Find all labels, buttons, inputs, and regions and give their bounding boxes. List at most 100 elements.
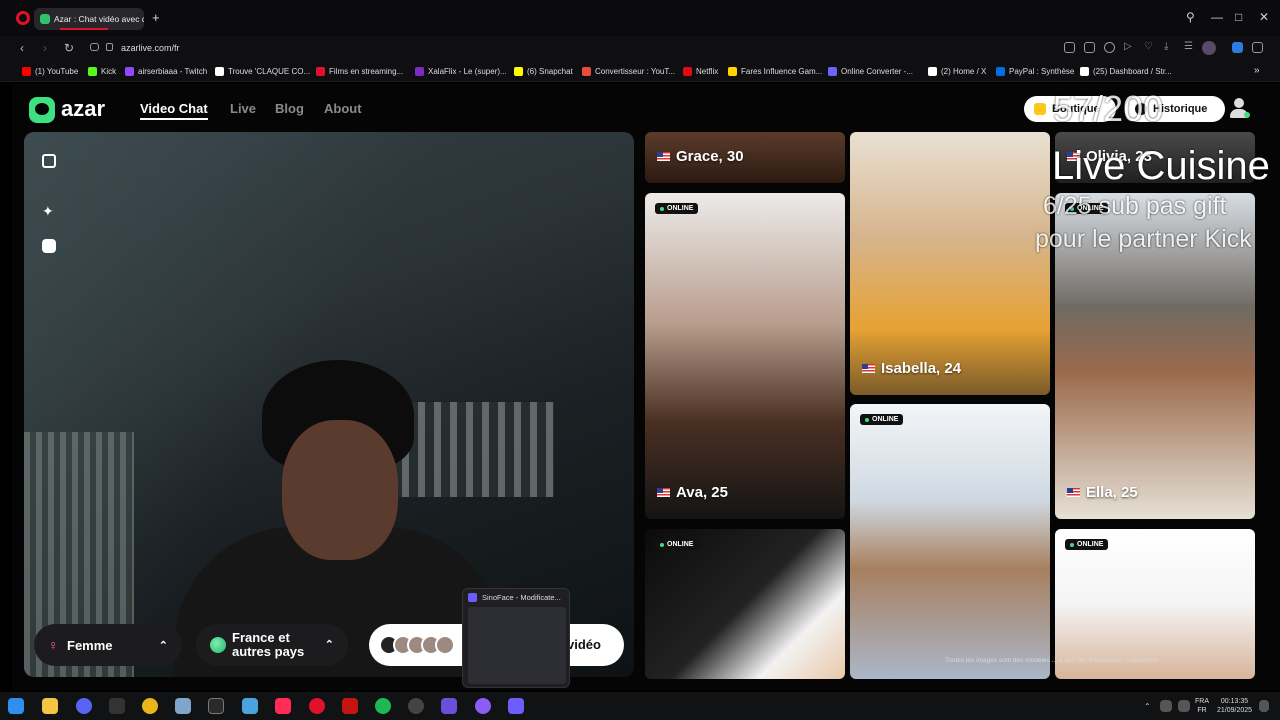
bookmarks-bar: (1) YouTube Kick airserbiaaa - Twitch Tr… xyxy=(0,62,1280,82)
extensions-puzzle-icon[interactable] xyxy=(1252,42,1263,53)
chevron-up-icon: ⌃ xyxy=(324,639,334,651)
youtube-icon xyxy=(22,67,31,76)
online-badge: ONLINE xyxy=(1065,539,1109,550)
gender-filter-dropdown[interactable]: ♀ Femme ⌃ xyxy=(34,624,182,666)
bookmark-item[interactable]: (1) YouTube xyxy=(22,67,78,76)
reload-icon[interactable]: ↻ xyxy=(64,41,74,55)
chevron-up-icon: ⌃ xyxy=(158,639,168,652)
epic-games-icon[interactable] xyxy=(109,698,125,714)
bookmark-item[interactable]: airserbiaaa - Twitch xyxy=(125,67,207,76)
image-disclaimer: Toutes les images sont des modèles ... à… xyxy=(945,657,1159,664)
more-bookmarks-icon[interactable]: » xyxy=(1254,65,1260,76)
volume-icon[interactable] xyxy=(1160,700,1172,712)
url-field[interactable]: azarlive.com/fr xyxy=(121,43,180,53)
app-icon[interactable] xyxy=(441,698,457,714)
sinoface-taskbar-icon[interactable] xyxy=(508,698,524,714)
fullscreen-icon[interactable] xyxy=(42,154,56,168)
bookmark-item[interactable]: Online Converter -... xyxy=(828,67,913,76)
share-icon[interactable] xyxy=(1064,42,1075,53)
bookmark-item[interactable]: (25) Dashboard / Str... xyxy=(1080,67,1172,76)
photos-icon[interactable] xyxy=(175,698,191,714)
profile-card[interactable]: ONLINE xyxy=(850,404,1050,679)
female-icon: ♀ xyxy=(48,637,59,653)
spotify-icon[interactable] xyxy=(375,698,391,714)
sinoface-icon xyxy=(468,593,477,602)
opera-logo-icon[interactable] xyxy=(16,11,30,25)
search-icon[interactable]: ⚲ xyxy=(1186,10,1195,24)
us-flag-icon xyxy=(862,364,875,373)
notification-icon[interactable] xyxy=(1259,700,1269,712)
maximize-icon[interactable]: □ xyxy=(1235,10,1242,24)
nav-live[interactable]: Live xyxy=(230,101,256,116)
azar-logo-text[interactable]: azar xyxy=(61,96,105,122)
bookmark-item[interactable]: Fares Influence Gam... xyxy=(728,67,822,76)
diamond-icon xyxy=(1034,103,1046,115)
bookmark-item[interactable]: (6) Snapchat xyxy=(514,67,573,76)
sparkle-effects-icon[interactable]: ✦ xyxy=(42,204,56,218)
profile-card[interactable]: ONLINE Ava, 25 xyxy=(645,193,845,519)
camera-icon[interactable] xyxy=(1084,42,1095,53)
app-icon[interactable] xyxy=(342,698,358,714)
globe-icon xyxy=(210,637,226,653)
tab-active-indicator xyxy=(60,28,108,30)
system-clock[interactable]: 00:13:35 21/09/2025 xyxy=(1217,697,1252,715)
obs-icon[interactable] xyxy=(408,698,424,714)
bookmark-item[interactable]: XalaFlix - Le (super)... xyxy=(415,67,507,76)
download-icon[interactable]: ⤓ xyxy=(1164,41,1175,52)
face-filter-icon[interactable] xyxy=(42,239,56,253)
minimize-icon[interactable]: — xyxy=(1211,10,1223,24)
new-tab-icon[interactable]: + xyxy=(152,11,163,24)
address-bar: ‹ › ↻ azarlive.com/fr ▷ ♡ ⤓ ☰ xyxy=(0,36,1280,62)
network-icon[interactable] xyxy=(1178,700,1190,712)
bookmark-item[interactable]: Kick xyxy=(88,67,116,76)
menu-icon[interactable]: ☰ xyxy=(1184,41,1195,52)
film-icon xyxy=(316,67,325,76)
extension-icon[interactable] xyxy=(1232,42,1243,53)
heart-icon[interactable]: ♡ xyxy=(1144,41,1155,52)
chrome-icon[interactable] xyxy=(142,698,158,714)
nav-video-chat[interactable]: Video Chat xyxy=(140,101,208,120)
tab-title: Azar : Chat vidéo avec de xyxy=(54,14,144,24)
profile-card[interactable]: Isabella, 24 xyxy=(850,132,1050,395)
online-badge: ONLINE xyxy=(655,203,699,214)
bookmark-item[interactable]: Convertisseur : YouT... xyxy=(582,67,675,76)
windows-start-icon[interactable] xyxy=(8,698,24,714)
file-explorer-icon[interactable] xyxy=(42,698,58,714)
opera-icon[interactable] xyxy=(309,698,325,714)
profile-card[interactable]: ONLINE xyxy=(645,529,845,679)
bookmark-item[interactable]: Trouve 'CLAQUE CO... xyxy=(215,67,310,76)
forward-icon[interactable]: › xyxy=(43,41,47,55)
site-info-icon[interactable] xyxy=(90,43,99,51)
shield-icon[interactable] xyxy=(1104,42,1115,53)
fares-icon xyxy=(728,67,737,76)
x-icon xyxy=(928,67,937,76)
user-profile-icon[interactable] xyxy=(1229,98,1250,120)
bookmark-item[interactable]: (2) Home / X xyxy=(928,67,986,76)
nav-blog[interactable]: Blog xyxy=(275,101,304,116)
language-indicator[interactable]: FRA FR xyxy=(1195,697,1209,715)
bookmark-item[interactable]: Netflix xyxy=(683,67,718,76)
nav-about[interactable]: About xyxy=(324,101,362,116)
browser-tab[interactable]: Azar : Chat vidéo avec de xyxy=(34,8,144,30)
bookmark-item[interactable]: PayPal : Synthèse xyxy=(996,67,1074,76)
region-filter-dropdown[interactable]: France et autres pays ⌃ xyxy=(196,624,348,666)
app-icon[interactable] xyxy=(475,698,491,714)
lock-icon xyxy=(106,43,113,51)
taskbar-window-preview[interactable]: SinoFace - Modificate... xyxy=(462,588,570,688)
back-icon[interactable]: ‹ xyxy=(20,41,24,55)
tiktok-icon xyxy=(215,67,224,76)
user-avatars xyxy=(379,635,455,655)
us-flag-icon xyxy=(657,488,670,497)
play-icon[interactable]: ▷ xyxy=(1124,41,1135,52)
app-icon[interactable] xyxy=(242,698,258,714)
close-icon[interactable]: ✕ xyxy=(1259,10,1269,24)
profile-card[interactable]: Grace, 30 xyxy=(645,132,845,183)
azar-logo-icon[interactable] xyxy=(29,97,55,123)
discord-icon[interactable] xyxy=(76,698,92,714)
capcut-icon[interactable] xyxy=(275,698,291,714)
tray-chevron-icon[interactable]: ⌃ xyxy=(1144,702,1152,711)
profile-avatar-icon[interactable] xyxy=(1202,41,1216,55)
bookmark-item[interactable]: Films en streaming... xyxy=(316,67,403,76)
terminal-icon[interactable] xyxy=(208,698,224,714)
azar-favicon-icon xyxy=(40,14,50,24)
